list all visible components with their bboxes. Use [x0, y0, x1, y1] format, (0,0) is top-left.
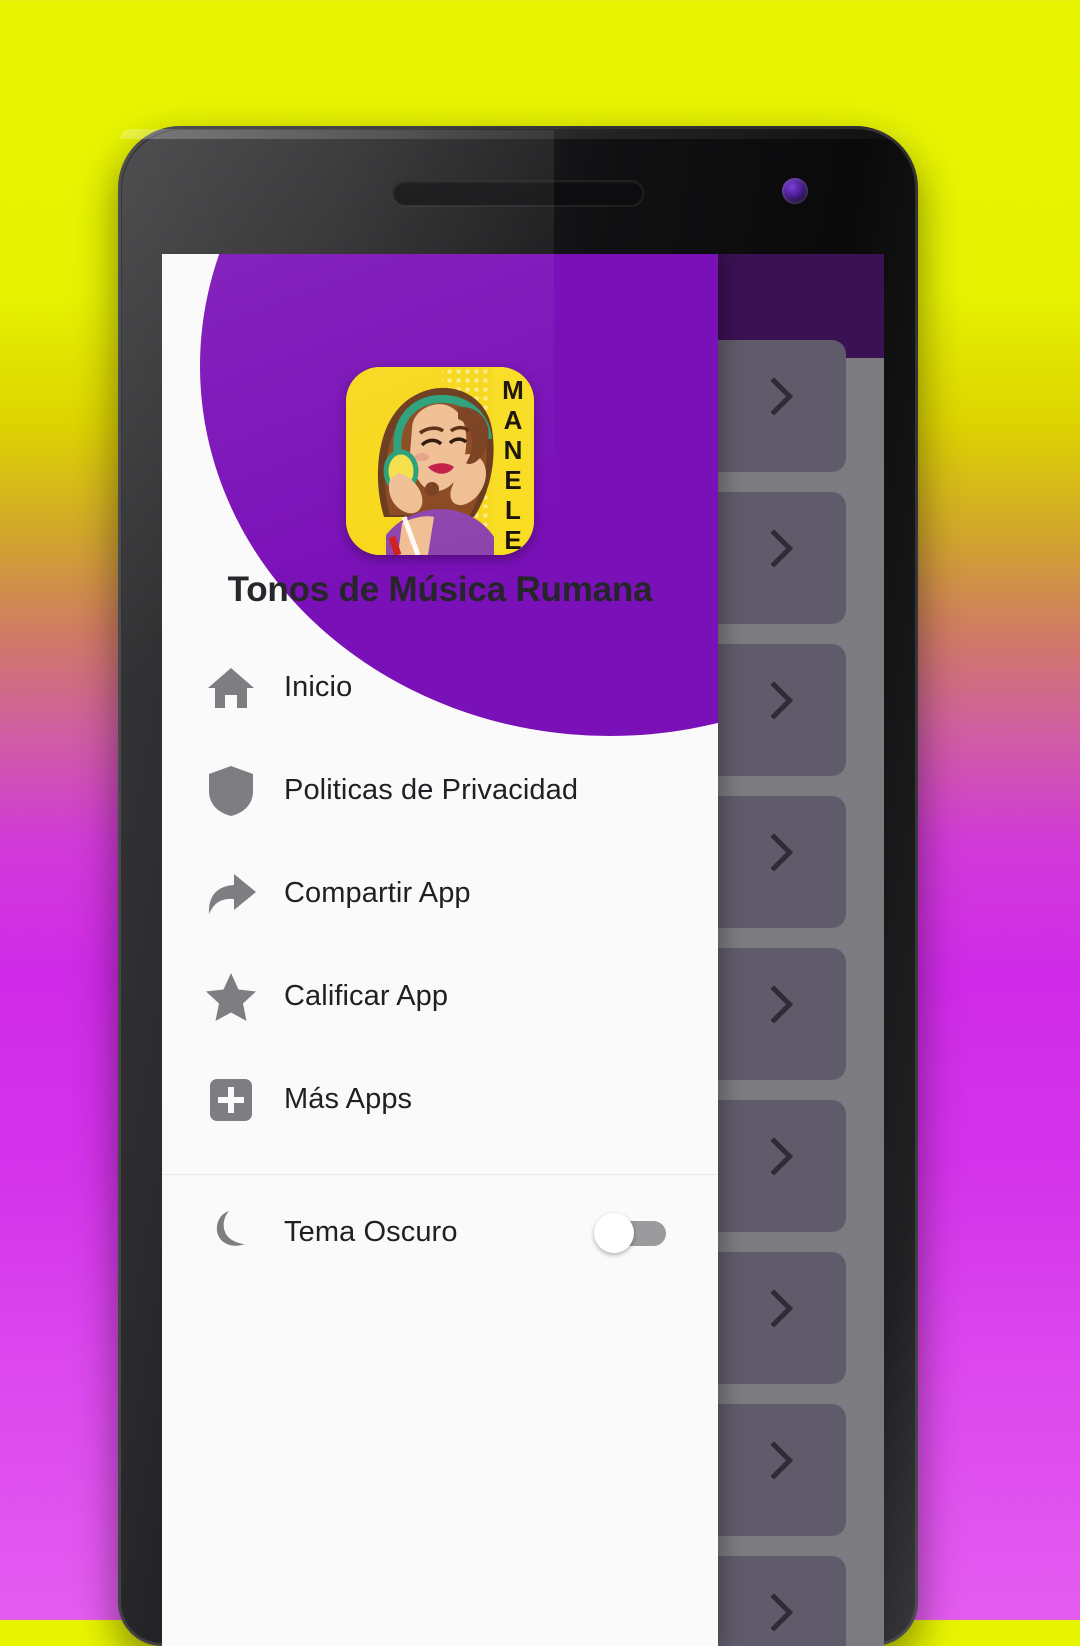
svg-text:A: A [504, 405, 523, 435]
sidebar-item-privacy-policy[interactable]: Politicas de Privacidad [162, 739, 718, 842]
chevron-right-icon [754, 1137, 794, 1176]
sidebar-item-label: Politicas de Privacidad [284, 774, 579, 806]
sidebar-item-inicio[interactable]: Inicio [162, 636, 718, 739]
dark-theme-toggle[interactable] [594, 1212, 666, 1253]
chevron-right-icon [754, 681, 794, 720]
sidebar-item-label: Calificar App [284, 980, 449, 1012]
drawer-header: M A N E L E Tonos de Música Rumana [162, 254, 718, 736]
sidebar-item-label: Compartir App [284, 877, 471, 909]
chevron-right-icon [754, 985, 794, 1024]
chevron-right-icon [754, 1289, 794, 1328]
menu-divider [162, 1174, 718, 1175]
plus-box-icon [192, 1070, 270, 1130]
share-icon [192, 864, 270, 924]
app-icon: M A N E L E [346, 367, 534, 555]
svg-text:N: N [504, 435, 523, 465]
sidebar-item-share-app[interactable]: Compartir App [162, 842, 718, 945]
star-icon [192, 967, 270, 1027]
sidebar-item-dark-theme[interactable]: Tema Oscuro [162, 1181, 718, 1284]
phone-top-rim [120, 129, 916, 139]
shield-icon [192, 761, 270, 821]
svg-text:M: M [502, 375, 524, 405]
phone-screen: M A N E L E Tonos de Música Rumana Inici… [162, 254, 884, 1646]
sidebar-item-rate-app[interactable]: Calificar App [162, 945, 718, 1048]
sidebar-item-label: Más Apps [284, 1083, 413, 1115]
page-title: Tonos de Música Rumana [227, 570, 653, 609]
chevron-right-icon [754, 377, 794, 416]
sidebar-item-label: Inicio [284, 671, 353, 703]
svg-text:E: E [504, 465, 521, 495]
chevron-right-icon [754, 1593, 794, 1632]
chevron-right-icon [754, 833, 794, 872]
front-camera-icon [782, 178, 808, 204]
svg-text:L: L [505, 495, 521, 525]
moon-icon [192, 1203, 270, 1263]
toggle-knob [594, 1212, 634, 1253]
navigation-drawer: M A N E L E Tonos de Música Rumana Inici… [162, 254, 718, 1646]
sidebar-item-more-apps[interactable]: Más Apps [162, 1048, 718, 1151]
chevron-right-icon [754, 529, 794, 568]
sidebar-item-label: Tema Oscuro [284, 1216, 458, 1248]
phone-device: M A N E L E Tonos de Música Rumana Inici… [118, 126, 918, 1646]
drawer-menu: Inicio Politicas de Privacidad Compartir… [162, 636, 718, 1284]
chevron-right-icon [754, 1441, 794, 1480]
home-icon [192, 658, 270, 718]
earpiece-speaker-icon [392, 180, 644, 206]
